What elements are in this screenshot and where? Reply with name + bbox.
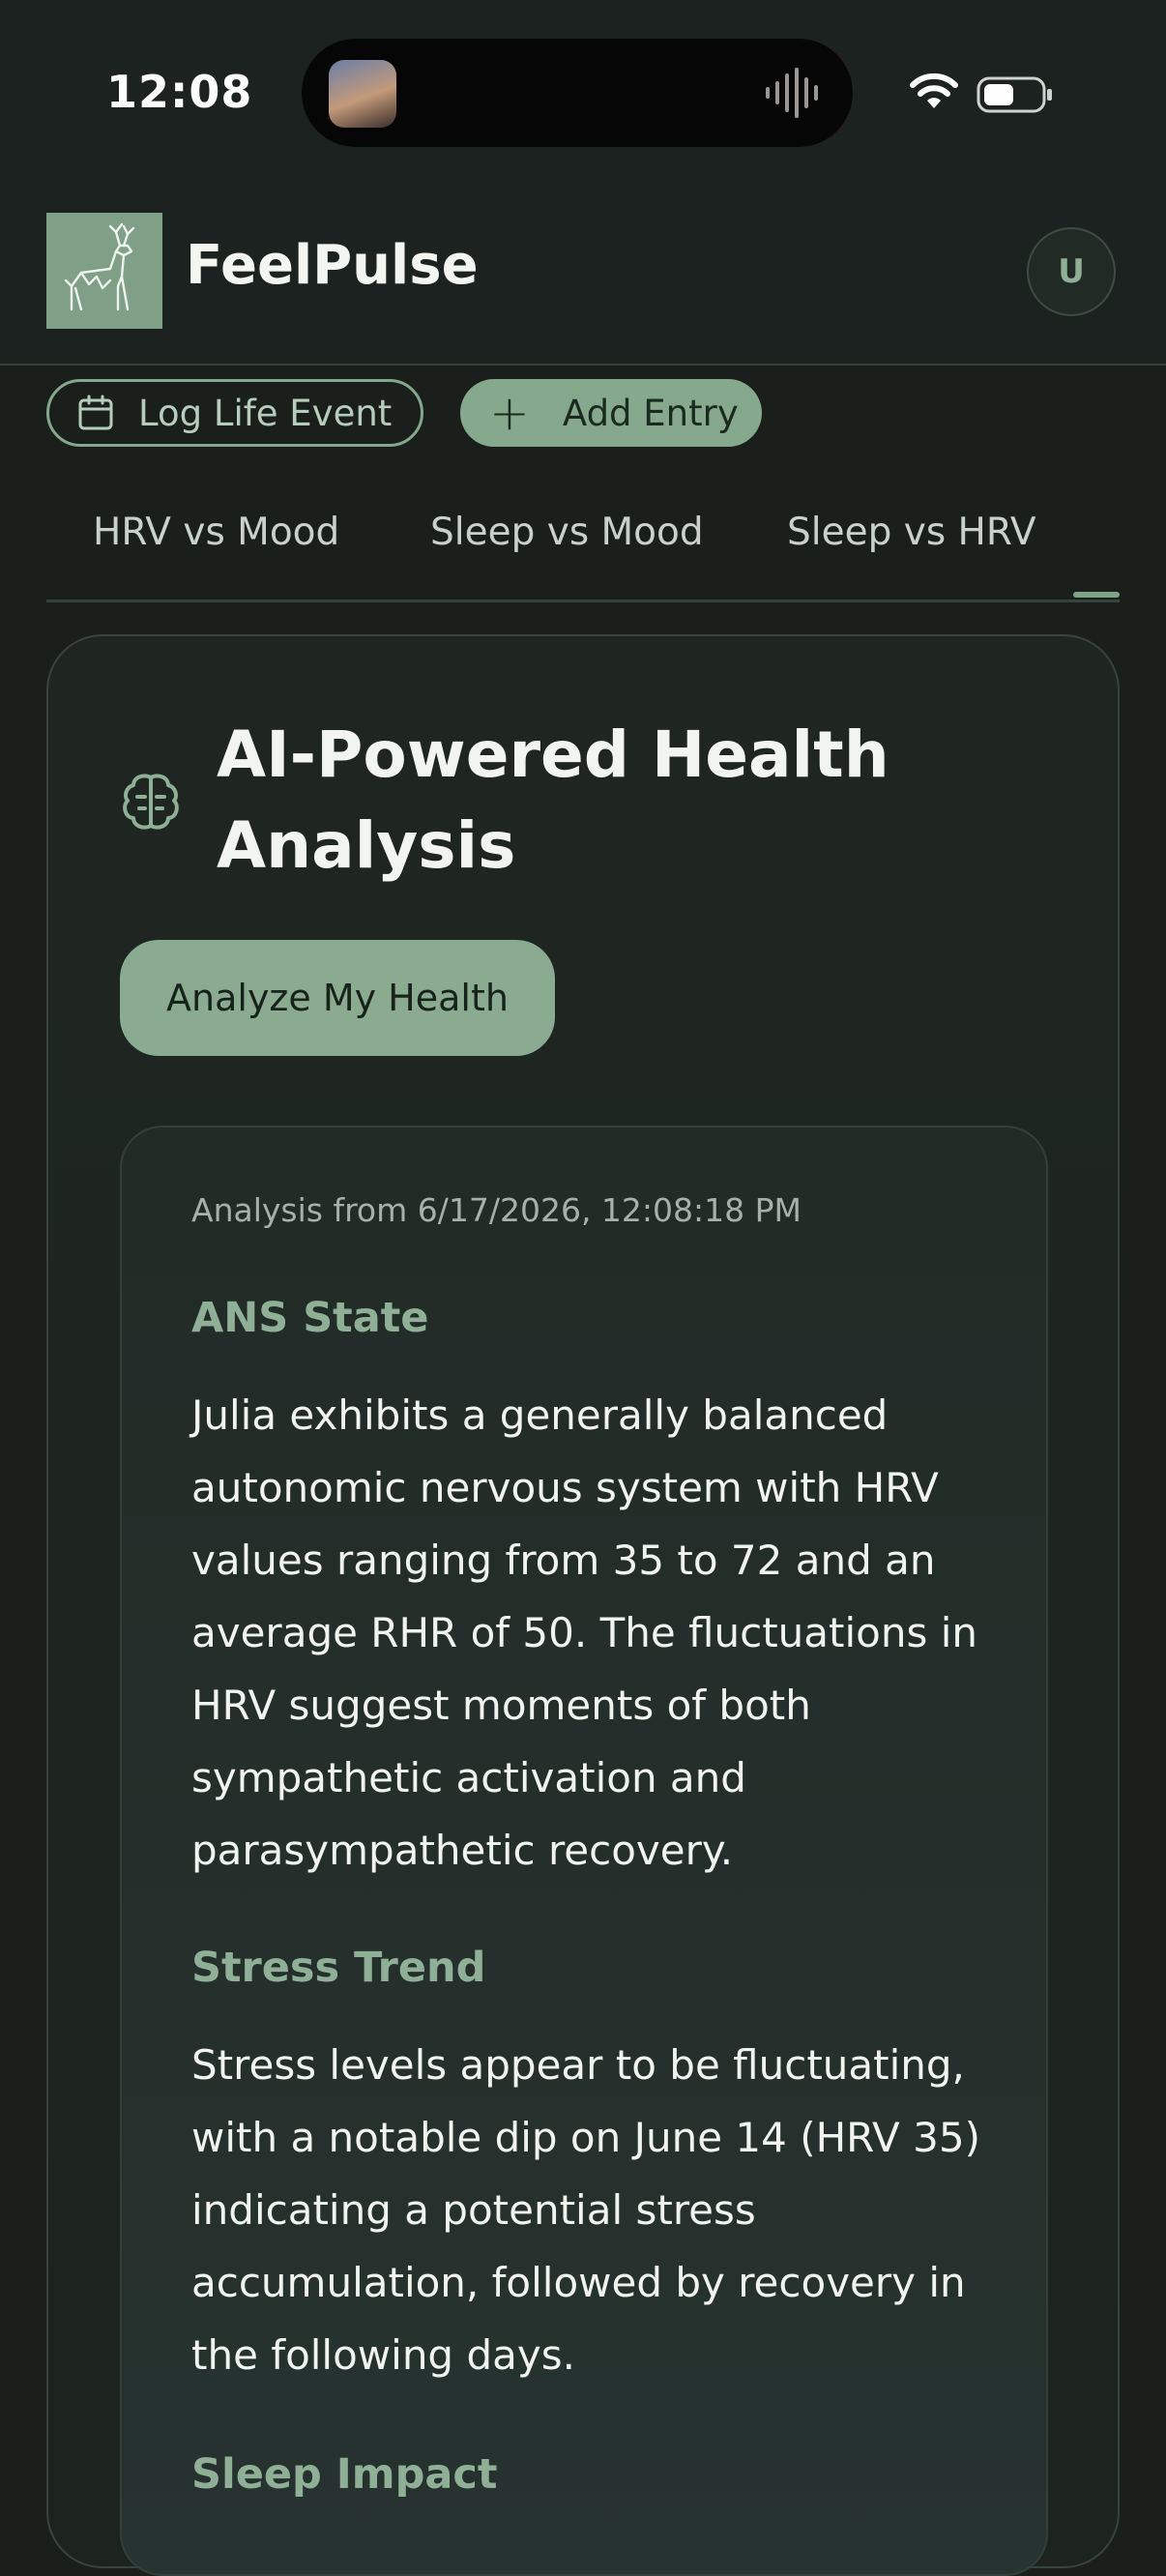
card-title: AI-Powered Health Analysis [217,717,889,883]
dynamic-island[interactable] [302,39,853,147]
status-bar: 12:08 [0,0,1166,184]
audio-wave-icon [766,68,818,118]
user-avatar[interactable]: U [1027,227,1116,316]
section-body-ans-state: Julia exhibits a generally balanced auto… [191,1391,977,1874]
analysis-timestamp: Analysis from 6/17/2026, 12:08:18 PM [191,1191,802,1229]
app-brand: FeelPulse [186,234,479,297]
calendar-icon [78,395,113,430]
section-heading-ans-state: ANS State [191,1294,429,1342]
status-time: 12:08 [106,66,253,118]
tab-hrv-vs-mood[interactable]: HRV vs Mood [93,511,339,554]
log-life-event-label: Log Life Event [138,392,393,434]
analysis-card: AI-Powered Health Analysis Analyze My He… [46,634,1120,2576]
action-row: Log Life Event + Add Entry [0,379,1166,451]
log-life-event-button[interactable]: Log Life Event [46,379,423,447]
section-heading-sleep-impact: Sleep Impact [191,2450,498,2499]
add-entry-label: Add Entry [562,392,739,434]
deer-icon [64,222,135,311]
analysis-result-panel: Analysis from 6/17/2026, 12:08:18 PM ANS… [120,1126,1048,2576]
section-heading-stress-trend: Stress Trend [191,1944,486,1992]
tab-indicator [1073,592,1120,598]
brain-icon [123,774,179,830]
analyze-health-button[interactable]: Analyze My Health [120,940,555,1056]
tab-sleep-vs-hrv[interactable]: Sleep vs HRV [787,511,1036,554]
chart-tabs: HRV vs Mood Sleep vs Mood Sleep vs HRV [46,503,1120,602]
app-header: FeelPulse U [0,184,1166,366]
section-body-stress-trend: Stress levels appear to be fluctuating, … [191,2041,980,2379]
wifi-icon [910,73,958,108]
plus-icon: + [489,385,530,441]
media-thumbnail [329,60,396,128]
tab-sleep-vs-mood[interactable]: Sleep vs Mood [430,511,704,554]
add-entry-button[interactable]: + Add Entry [460,379,762,447]
battery-icon [977,76,1052,113]
app-logo[interactable] [46,213,162,329]
